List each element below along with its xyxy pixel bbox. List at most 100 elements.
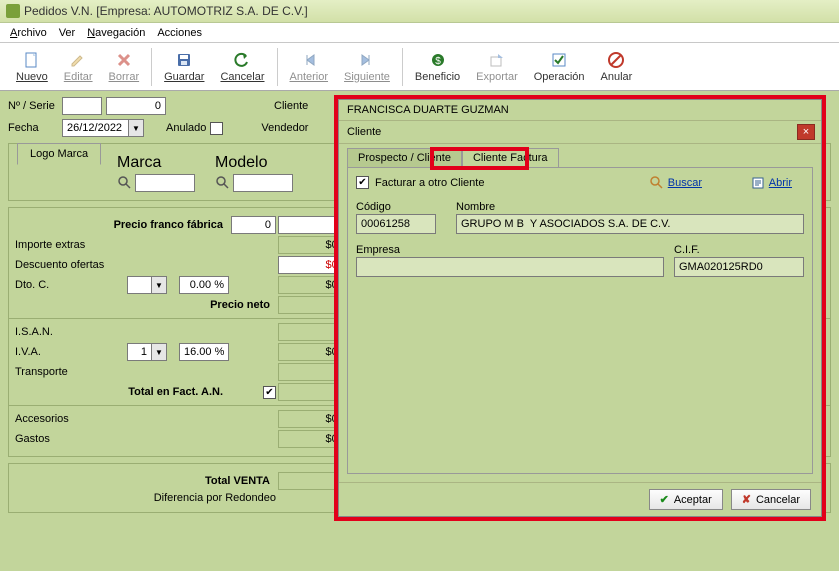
close-icon: × [803,126,809,138]
chevron-down-icon[interactable]: ▼ [128,119,144,137]
siguiente-button[interactable]: Siguiente [336,49,398,85]
modal-header: Cliente × [339,121,821,144]
chevron-down-icon[interactable]: ▼ [151,343,167,361]
empresa-field[interactable] [356,257,664,277]
isan-label: I.S.A.N. [15,326,125,338]
menu-archivo[interactable]: Archivo [10,27,47,39]
next-icon [358,51,376,69]
tab-cliente-factura[interactable]: Cliente Factura [462,148,559,167]
total-venta-label: Total VENTA [15,475,276,487]
editar-button[interactable]: Editar [56,49,101,85]
marca-label: Marca [117,154,195,172]
nuevo-button[interactable]: Nuevo [8,49,56,85]
modelo-field[interactable] [233,174,293,192]
window-titlebar: Pedidos V.N. [Empresa: AUTOMOTRIZ S.A. D… [0,0,839,23]
iva-pct-field[interactable] [179,343,229,361]
modal-footer: ✔ Aceptar ✘ Cancelar [339,482,821,516]
new-icon [23,51,41,69]
dtoc-combo[interactable]: ▼ [127,276,177,294]
menu-acciones[interactable]: Acciones [157,27,202,39]
modal-title: Cliente [347,126,381,138]
total-fact-label: Total en Fact. A.N. [15,386,229,398]
open-icon [751,176,765,190]
search-icon [650,176,664,190]
buscar-link[interactable]: Buscar [650,176,702,190]
codigo-field[interactable] [356,214,436,234]
edit-icon [69,51,87,69]
facturar-checkbox[interactable]: ✔ [356,176,369,189]
app-icon [6,4,20,18]
iva-combo[interactable]: ▼ [127,343,177,361]
modal-body: ✔ Facturar a otro Cliente Buscar Abrir C… [347,167,813,474]
transporte-label: Transporte [15,366,125,378]
fecha-combo[interactable]: ▼ [62,119,144,137]
vendedor-label: Vendedor [261,122,311,134]
precio-neto-label: Precio neto [15,299,276,311]
window-title: Pedidos V.N. [Empresa: AUTOMOTRIZ S.A. D… [24,4,308,18]
nombre-field[interactable] [456,214,804,234]
anulado-checkbox[interactable] [210,122,223,135]
menubar: Archivo Ver Navegación Acciones [0,23,839,43]
undo-icon [233,51,251,69]
save-icon [175,51,193,69]
check-icon: ✔ [660,493,669,506]
anterior-button[interactable]: Anterior [282,49,337,85]
cancel-icon [607,51,625,69]
prev-icon [300,51,318,69]
tab-prospecto-cliente[interactable]: Prospecto / Cliente [347,148,462,167]
abrir-link[interactable]: Abrir [751,176,792,190]
iva-label: I.V.A. [15,346,125,358]
nombre-label: Nombre [456,201,804,213]
cif-label: C.I.F. [674,244,804,256]
search-icon[interactable] [215,175,231,191]
anular-button[interactable]: Anular [593,49,641,85]
fecha-label: Fecha [8,122,58,134]
empresa-label: Empresa [356,244,664,256]
cliente-label: Cliente [274,100,324,112]
codigo-label: Código [356,201,446,213]
chevron-down-icon[interactable]: ▼ [151,276,167,294]
toolbar-separator [151,48,152,86]
toolbar-separator [402,48,403,86]
gastos-label: Gastos [15,433,125,445]
cliente-modal: FRANCISCA DUARTE GUZMAN Cliente × Prospe… [338,99,822,517]
pff-code-field[interactable] [231,216,276,234]
operacion-button[interactable]: Operación [526,49,593,85]
export-icon [488,51,506,69]
cif-field[interactable] [674,257,804,277]
cancelar-button[interactable]: ✘ Cancelar [731,489,811,510]
fecha-field[interactable] [62,119,128,137]
dif-redondeo-label: Diferencia por Redondeo [15,492,276,504]
dtoc-pct-field[interactable] [179,276,229,294]
dtoc-label: Dto. C. [15,279,125,291]
marca-field[interactable] [135,174,195,192]
logo-marca-tab[interactable]: Logo Marca [17,143,101,165]
serie-field[interactable] [62,97,102,115]
toolbar-separator [277,48,278,86]
desc-ofertas-label: Descuento ofertas [15,259,125,271]
search-icon[interactable] [117,175,133,191]
borrar-button[interactable]: Borrar [101,49,148,85]
nserie-label: Nº / Serie [8,100,58,112]
guardar-button[interactable]: Guardar [156,49,212,85]
cliente-name-display: FRANCISCA DUARTE GUZMAN [339,100,821,121]
benefit-icon: $ [429,51,447,69]
cancelar-button[interactable]: Cancelar [212,49,272,85]
accesorios-label: Accesorios [15,413,125,425]
exportar-button[interactable]: Exportar [468,49,526,85]
facturar-label: Facturar a otro Cliente [375,177,484,189]
imp-extras-label: Importe extras [15,239,125,251]
total-fact-checkbox[interactable]: ✔ [263,386,276,399]
toolbar: Nuevo Editar Borrar Guardar Cancelar Ant… [0,43,839,91]
modal-tabs: Prospecto / Cliente Cliente Factura [339,144,821,167]
aceptar-button[interactable]: ✔ Aceptar [649,489,723,510]
numero-field[interactable] [106,97,166,115]
pff-label: Precio franco fábrica [15,219,229,231]
close-button[interactable]: × [797,124,815,140]
beneficio-button[interactable]: $ Beneficio [407,49,468,85]
modelo-label: Modelo [215,154,293,172]
menu-ver[interactable]: Ver [59,27,76,39]
x-icon: ✘ [742,493,751,506]
svg-text:$: $ [435,56,441,67]
menu-navegacion[interactable]: Navegación [87,27,145,39]
